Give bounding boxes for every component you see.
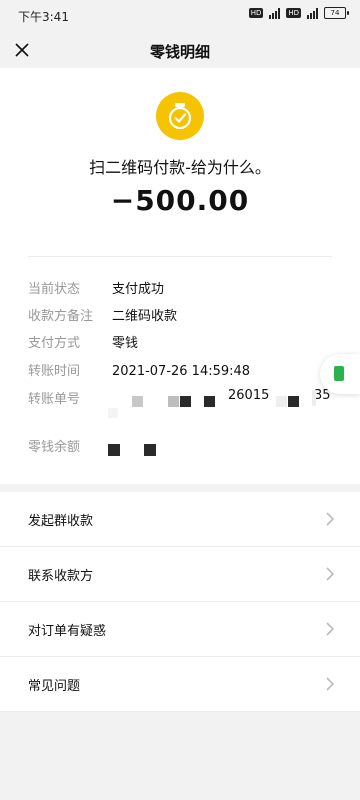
- detail-label: 当前状态: [28, 282, 81, 297]
- redaction-block: [288, 396, 299, 407]
- detail-value: 二维码收款: [112, 309, 178, 324]
- redaction-block: [204, 396, 215, 407]
- redaction-block: [108, 408, 118, 418]
- hd-icon-2: HD: [286, 8, 301, 18]
- detail-label: 收款方备注: [28, 309, 94, 324]
- detail-row-order-number: 转账单号: [28, 388, 112, 407]
- chevron-right-icon: [326, 622, 334, 636]
- nav-bar: 零钱明细: [0, 32, 360, 68]
- detail-row-time: 转账时间 2021-07-26 14:59:48: [28, 360, 250, 379]
- signal-icon: [269, 7, 281, 19]
- redaction-block: [132, 396, 143, 407]
- merchant-name: 扫二维码付款-给为什么。: [89, 158, 271, 177]
- detail-label: 零钱余额: [28, 440, 81, 455]
- redaction-block: [108, 444, 120, 456]
- hd-icon: HD: [248, 8, 264, 18]
- detail-value: 零钱: [112, 336, 139, 351]
- status-time: 下午3:41: [18, 10, 69, 24]
- detail-label: 转账时间: [28, 364, 81, 379]
- action-list: 发起群收款 联系收款方 对订单有疑惑 常见问题: [0, 492, 360, 712]
- chevron-right-icon: [326, 567, 334, 581]
- detail-value: 支付成功: [112, 282, 165, 297]
- detail-row-status: 当前状态 支付成功: [28, 278, 164, 297]
- redaction-block: [144, 444, 156, 456]
- list-item-contact-payee[interactable]: 联系收款方: [0, 547, 360, 602]
- redaction-block: [180, 396, 191, 407]
- detail-row-method: 支付方式 零钱: [28, 332, 138, 351]
- detail-row-balance: 零钱余额: [28, 436, 112, 455]
- note-icon: [334, 366, 344, 381]
- divider: [28, 256, 332, 257]
- signal-icon-2: [307, 7, 318, 19]
- page-title: 零钱明细: [149, 43, 210, 61]
- detail-label: 转账单号: [28, 392, 81, 407]
- detail-value: 2021-07-26 14:59:48: [112, 364, 251, 379]
- transaction-card: 扫二维码付款-给为什么。 −500.00 当前状态 支付成功 收款方备注 二维码收款…: [0, 68, 360, 484]
- chevron-right-icon: [326, 677, 334, 691]
- list-item-order-question[interactable]: 对订单有疑惑: [0, 602, 360, 657]
- list-item-faq[interactable]: 常见问题: [0, 657, 360, 712]
- list-item-label: 常见问题: [28, 679, 81, 694]
- status-bar: 下午3:41 HD HD 74: [0, 0, 360, 32]
- status-icons: HD HD 74: [248, 7, 349, 19]
- list-item-label: 对订单有疑惑: [28, 624, 107, 639]
- money-bag-icon: [156, 92, 204, 140]
- detail-row-remark: 收款方备注 二维码收款: [28, 305, 177, 324]
- chevron-right-icon: [326, 512, 334, 526]
- redaction-block: [312, 390, 316, 406]
- list-item-group-collect[interactable]: 发起群收款: [0, 492, 360, 547]
- amount: −500.00: [110, 184, 250, 217]
- list-item-label: 发起群收款: [28, 514, 94, 529]
- floating-note-button[interactable]: [320, 354, 360, 394]
- order-number-value: 26015: [228, 388, 270, 403]
- list-item-label: 联系收款方: [28, 569, 94, 584]
- redaction-block: [168, 396, 179, 407]
- redaction-block: [276, 396, 287, 407]
- detail-label: 支付方式: [28, 336, 81, 351]
- battery-icon: 74: [324, 7, 349, 19]
